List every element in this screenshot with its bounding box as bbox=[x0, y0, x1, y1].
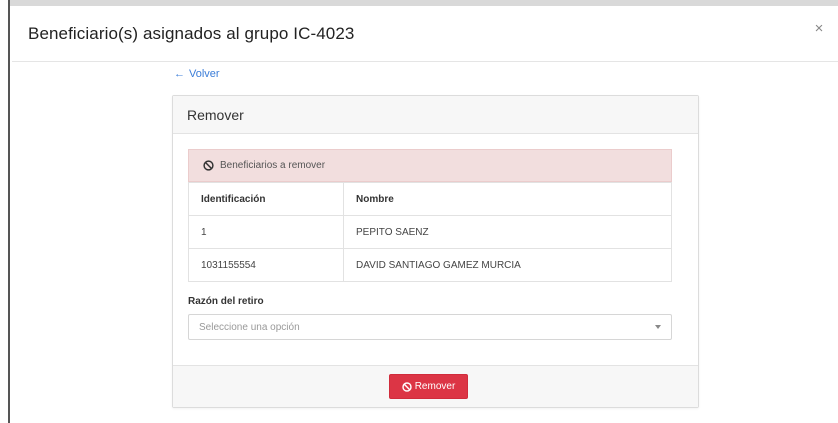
reason-label: Razón del retiro bbox=[188, 296, 264, 307]
cell-nombre: DAVID SANTIAGO GAMEZ MURCIA bbox=[343, 248, 672, 282]
close-icon[interactable]: × bbox=[810, 20, 828, 38]
alert-banner: Beneficiarios a remover bbox=[188, 149, 672, 182]
ban-icon bbox=[203, 160, 214, 171]
modal-title: Beneficiario(s) asignados al grupo IC-40… bbox=[28, 23, 355, 43]
column-header-nombre: Nombre bbox=[343, 182, 672, 216]
ban-icon bbox=[401, 381, 412, 392]
back-link[interactable]: ← Volver bbox=[174, 68, 220, 80]
remove-card: Remover Beneficiarios a remover Identifi… bbox=[172, 95, 699, 408]
card-footer: Remover bbox=[173, 365, 698, 407]
cell-nombre: PEPITO SAENZ bbox=[343, 215, 672, 249]
select-placeholder: Seleccione una opción bbox=[199, 321, 300, 333]
remove-button-label: Remover bbox=[414, 381, 456, 392]
reason-select[interactable]: Seleccione una opción bbox=[188, 314, 672, 340]
remove-button[interactable]: Remover bbox=[389, 374, 468, 399]
card-header: Remover bbox=[173, 96, 698, 134]
alert-text: Beneficiarios a remover bbox=[220, 160, 326, 171]
arrow-left-icon: ← bbox=[174, 68, 185, 80]
modal-dialog: Beneficiario(s) asignados al grupo IC-40… bbox=[12, 6, 838, 423]
background-window-edge bbox=[0, 0, 10, 423]
table-row: 1031155554 DAVID SANTIAGO GAMEZ MURCIA bbox=[188, 248, 672, 282]
back-link-label: Volver bbox=[189, 68, 220, 80]
beneficiaries-table: Identificación Nombre 1 PEPITO SAENZ 103… bbox=[188, 182, 672, 282]
column-header-identificacion: Identificación bbox=[188, 182, 344, 216]
cell-identificacion: 1031155554 bbox=[188, 248, 344, 282]
modal-header: Beneficiario(s) asignados al grupo IC-40… bbox=[12, 6, 838, 62]
table-row: 1 PEPITO SAENZ bbox=[188, 215, 672, 249]
table-header-row: Identificación Nombre bbox=[188, 182, 672, 216]
caret-down-icon bbox=[655, 325, 661, 329]
cell-identificacion: 1 bbox=[188, 215, 344, 249]
